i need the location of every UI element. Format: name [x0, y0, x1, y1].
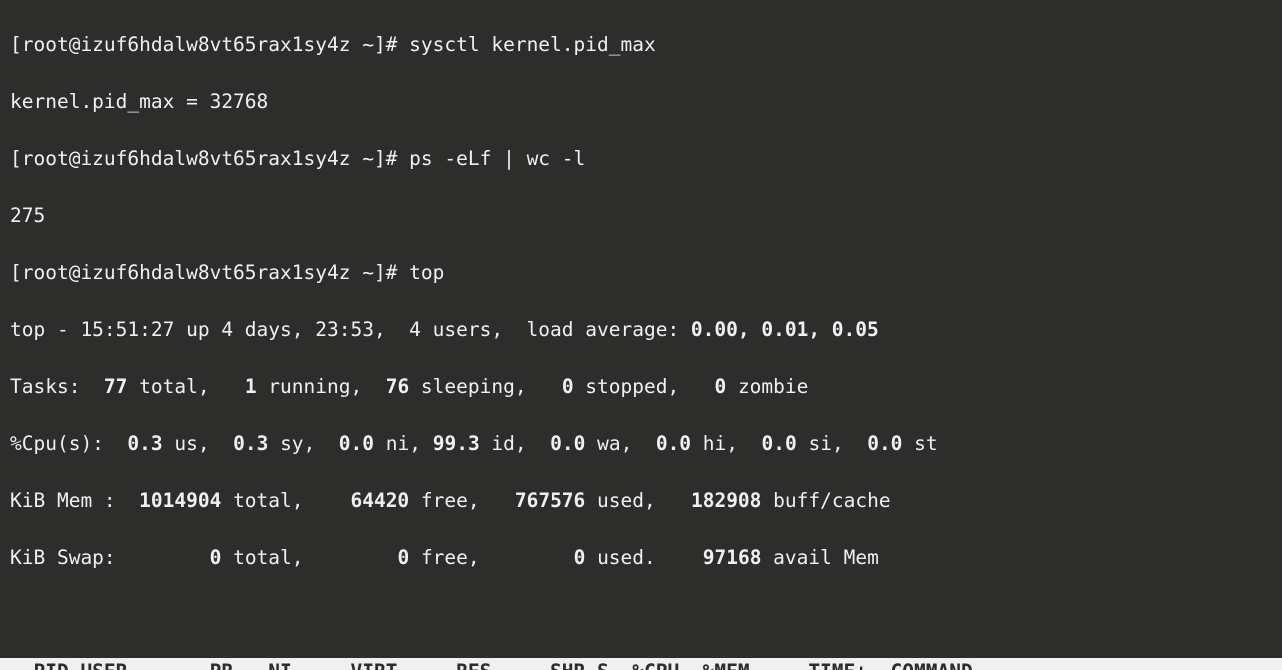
top-line-1: top - 15:51:27 up 4 days, 23:53, 4 users… [10, 316, 1272, 345]
prompt-line-2: [root@izuf6hdalw8vt65rax1sy4z ~]# ps -eL… [10, 145, 1272, 174]
top-cpu-line: %Cpu(s): 0.3 us, 0.3 sy, 0.0 ni, 99.3 id… [10, 430, 1272, 459]
process-header: PID USER PR NI VIRT RES SHR S %CPU %MEM … [0, 658, 1282, 670]
prompt-line-1: [root@izuf6hdalw8vt65rax1sy4z ~]# sysctl… [10, 31, 1272, 60]
top-mem-line: KiB Mem : 1014904 total, 64420 free, 767… [10, 487, 1272, 516]
output-1: kernel.pid_max = 32768 [10, 88, 1272, 117]
terminal-output[interactable]: [root@izuf6hdalw8vt65rax1sy4z ~]# sysctl… [0, 0, 1282, 670]
command-3: top [409, 261, 444, 284]
blank-line [10, 601, 1272, 630]
output-2: 275 [10, 202, 1272, 231]
command-1: sysctl kernel.pid_max [409, 33, 656, 56]
prompt: [root@izuf6hdalw8vt65rax1sy4z ~]# [10, 261, 397, 284]
command-2: ps -eLf | wc -l [409, 147, 585, 170]
top-swap-line: KiB Swap: 0 total, 0 free, 0 used. 97168… [10, 544, 1272, 573]
prompt: [root@izuf6hdalw8vt65rax1sy4z ~]# [10, 147, 397, 170]
prompt-line-3: [root@izuf6hdalw8vt65rax1sy4z ~]# top [10, 259, 1272, 288]
top-tasks-line: Tasks: 77 total, 1 running, 76 sleeping,… [10, 373, 1272, 402]
prompt: [root@izuf6hdalw8vt65rax1sy4z ~]# [10, 33, 397, 56]
